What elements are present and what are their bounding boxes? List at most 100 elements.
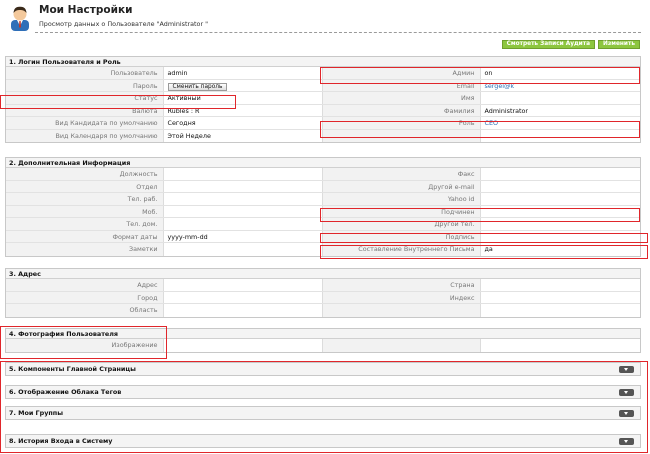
field-label: Валюта	[6, 104, 164, 116]
field-value-other-email	[481, 181, 641, 193]
field-label	[323, 129, 481, 142]
field-label: Email	[323, 79, 481, 91]
section-tag-cloud[interactable]: 6. Отображение Облака Тегов	[5, 385, 641, 399]
email-link[interactable]: sergei@k	[481, 80, 641, 92]
table-row: Тел. дом. Другой тел.	[6, 218, 640, 231]
edit-button[interactable]: Изменить	[598, 40, 640, 49]
header-divider	[35, 32, 641, 33]
expand-toggle-icon[interactable]	[619, 389, 634, 396]
field-label: Тел. раб.	[6, 193, 164, 205]
field-label: Вид Календаря по умолчанию	[6, 129, 164, 142]
field-value-work-phone	[164, 193, 323, 205]
table-row: Отдел Другой e-mail	[6, 180, 641, 193]
section-address: 3. Адрес Адрес Страна Город Индекс Облас…	[5, 268, 641, 318]
table-row: Формат даты yyyy-mm-dd Подпись	[6, 230, 641, 243]
field-label: Роль	[323, 117, 481, 129]
table-row: Вид Календаря по умолчанию Этой Неделе	[6, 129, 641, 143]
field-value-empty	[481, 339, 641, 352]
section-title: 3. Адрес	[6, 269, 640, 279]
section-user-photo: 4. Фотография Пользователя Изображение	[5, 328, 641, 353]
table-row: Валюта Rubles : R Фамилия Administrator	[6, 104, 640, 117]
field-label: Другой e-mail	[323, 180, 481, 192]
field-label: Должность	[6, 168, 164, 180]
page-subtitle: Просмотр данных о Пользователе "Administ…	[39, 20, 209, 28]
field-value-default-calendar-view: Этой Неделе	[164, 129, 323, 142]
field-label: Другой тел.	[323, 218, 481, 230]
field-label: Область	[6, 304, 164, 317]
field-value-empty	[481, 304, 641, 317]
field-label: Подпись	[323, 230, 481, 242]
expand-toggle-icon[interactable]	[619, 438, 634, 445]
expand-toggle-icon[interactable]	[619, 366, 634, 373]
section-additional-info: 2. Дополнительная Информация Должность Ф…	[5, 157, 641, 257]
field-value-postal-code	[481, 292, 641, 304]
field-label	[323, 304, 481, 317]
section-home-components[interactable]: 5. Компоненты Главной Страницы	[5, 362, 641, 376]
section-title: 2. Дополнительная Информация	[6, 158, 640, 168]
page-title: Мои Настройки	[39, 4, 133, 16]
section-title: 6. Отображение Облака Тегов	[9, 388, 122, 396]
field-value-other-phone	[481, 218, 641, 230]
field-value-image	[164, 339, 323, 352]
field-value-default-lead-view: Сегодня	[164, 117, 323, 129]
field-value-title	[164, 168, 323, 180]
field-label: Фамилия	[323, 104, 481, 116]
field-label	[323, 339, 481, 352]
action-bar: Смотреть Записи Аудита Изменить	[501, 40, 640, 49]
table-row: Адрес Страна	[6, 279, 640, 292]
table-row: Статус Активный Имя	[6, 92, 640, 105]
field-label: Имя	[323, 92, 481, 104]
section-title: 4. Фотография Пользователя	[6, 329, 640, 339]
change-password-button[interactable]: Сменить пароль	[167, 82, 228, 91]
table-row: Область	[6, 304, 640, 317]
section-title: 5. Компоненты Главной Страницы	[9, 365, 136, 373]
field-value-mobile	[164, 205, 323, 217]
expand-toggle-icon[interactable]	[619, 410, 634, 417]
field-value-password: Сменить пароль	[164, 79, 323, 91]
field-label: Вид Кандидата по умолчанию	[6, 117, 164, 129]
table-row: Вид Кандидата по умолчанию Сегодня Роль …	[6, 117, 640, 130]
field-label: Страна	[323, 279, 481, 291]
table-row: Изображение	[6, 339, 640, 352]
field-label: Пользователь	[6, 67, 164, 79]
field-value-street	[164, 279, 323, 291]
field-value-country	[481, 279, 641, 291]
field-value-fax	[481, 168, 641, 180]
field-value-status: Активный	[164, 92, 323, 104]
field-label: Yahoo id	[323, 193, 481, 205]
user-avatar-icon	[9, 5, 31, 31]
table-row: Город Индекс	[6, 291, 641, 304]
table-row: Должность Факс	[6, 168, 640, 181]
role-link[interactable]: CEO	[481, 117, 641, 129]
field-label: Заметки	[6, 243, 164, 256]
field-value-reports-to	[481, 206, 641, 218]
table-row: Заметки Составление Внутреннего Письма д…	[6, 243, 640, 256]
field-value-empty	[481, 130, 641, 143]
table-row: Пользователь admin Админ on	[6, 67, 640, 80]
page-header: Мои Настройки Просмотр данных о Пользова…	[0, 0, 650, 36]
field-label: Пароль	[6, 79, 164, 91]
section-title: 8. История Входа в Систему	[9, 437, 113, 445]
field-value-yahoo-id	[481, 193, 641, 205]
view-audit-button[interactable]: Смотреть Записи Аудита	[501, 40, 596, 49]
field-label: Факс	[323, 168, 481, 180]
field-label: Админ	[323, 67, 481, 79]
section-login-history[interactable]: 8. История Входа в Систему	[5, 434, 641, 448]
section-title: 1. Логин Пользователя и Роль	[6, 57, 640, 67]
section-my-groups[interactable]: 7. Мои Группы	[5, 406, 641, 420]
section-title: 7. Мои Группы	[9, 409, 63, 417]
section-login-role: 1. Логин Пользователя и Роль Пользовател…	[5, 56, 641, 143]
field-value-state	[164, 304, 323, 317]
field-value-last-name: Administrator	[484, 106, 529, 115]
field-value-date-format: yyyy-mm-dd	[164, 230, 323, 242]
field-value-notes	[164, 243, 323, 256]
field-label: Составление Внутреннего Письма	[323, 243, 481, 256]
field-label: Моб.	[6, 205, 164, 217]
field-value-internal-mail: да	[484, 245, 493, 253]
field-value-admin: on	[484, 69, 493, 77]
field-label: Тел. дом.	[6, 218, 164, 230]
field-label: Формат даты	[6, 230, 164, 242]
field-label: Подчинен	[323, 205, 481, 217]
field-value-signature	[481, 231, 641, 243]
field-label: Адрес	[6, 279, 164, 291]
